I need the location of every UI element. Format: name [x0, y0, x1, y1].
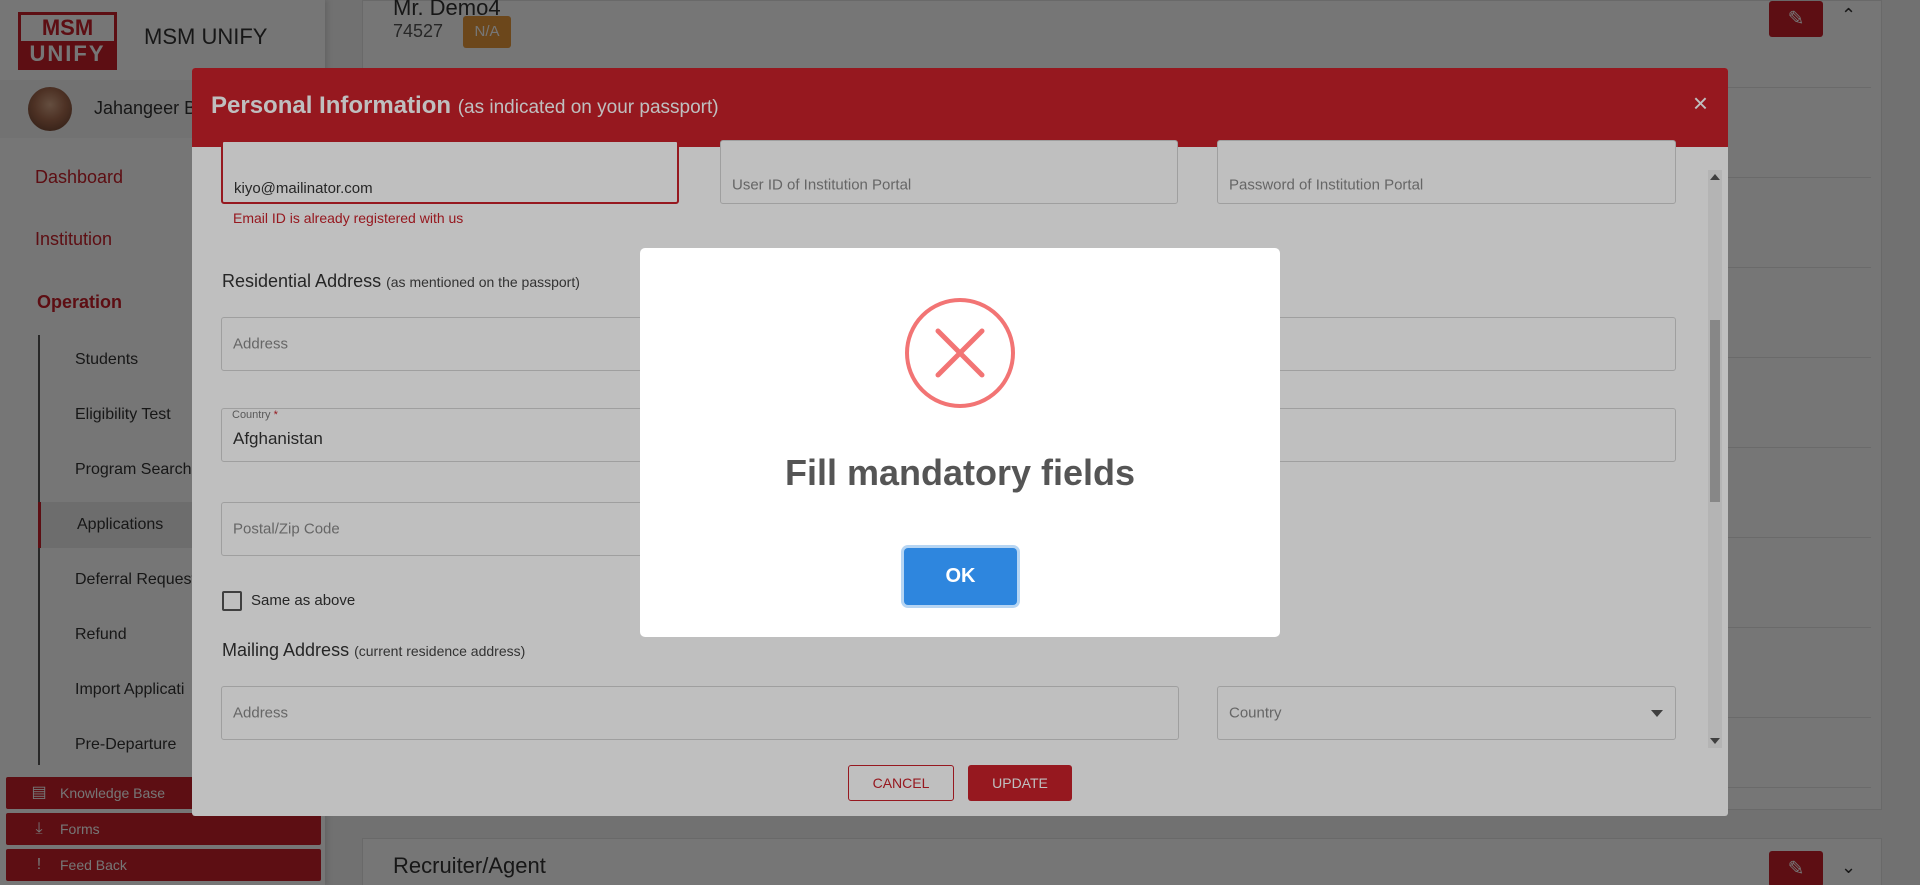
- x-mark: [935, 328, 985, 378]
- error-x-icon: [905, 298, 1015, 408]
- alert-dialog: Fill mandatory fields OK: [640, 248, 1280, 637]
- alert-title: Fill mandatory fields: [784, 452, 1136, 493]
- ok-button[interactable]: OK: [904, 548, 1017, 605]
